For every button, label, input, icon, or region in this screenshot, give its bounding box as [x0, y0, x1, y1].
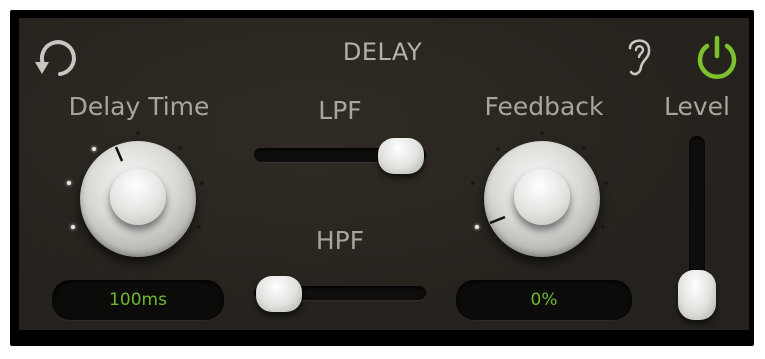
hpf-slider-thumb[interactable]	[256, 276, 302, 312]
feedback-knob[interactable]	[462, 125, 622, 265]
ear-icon[interactable]	[622, 34, 656, 80]
feedback-label: Feedback	[484, 92, 604, 121]
delay-time-knob[interactable]	[58, 125, 218, 265]
delay-time-readout[interactable]: 100ms	[52, 280, 224, 320]
lpf-slider-thumb[interactable]	[378, 138, 424, 174]
hpf-label: HPF	[315, 226, 365, 255]
power-icon[interactable]	[690, 32, 744, 82]
rotate-ccw-icon[interactable]	[30, 36, 80, 80]
feedback-readout[interactable]: 0%	[456, 280, 632, 320]
lpf-label: LPF	[318, 96, 362, 125]
level-slider-thumb[interactable]	[678, 270, 716, 320]
level-label: Level	[664, 92, 730, 121]
delay-time-label: Delay Time	[68, 92, 210, 121]
